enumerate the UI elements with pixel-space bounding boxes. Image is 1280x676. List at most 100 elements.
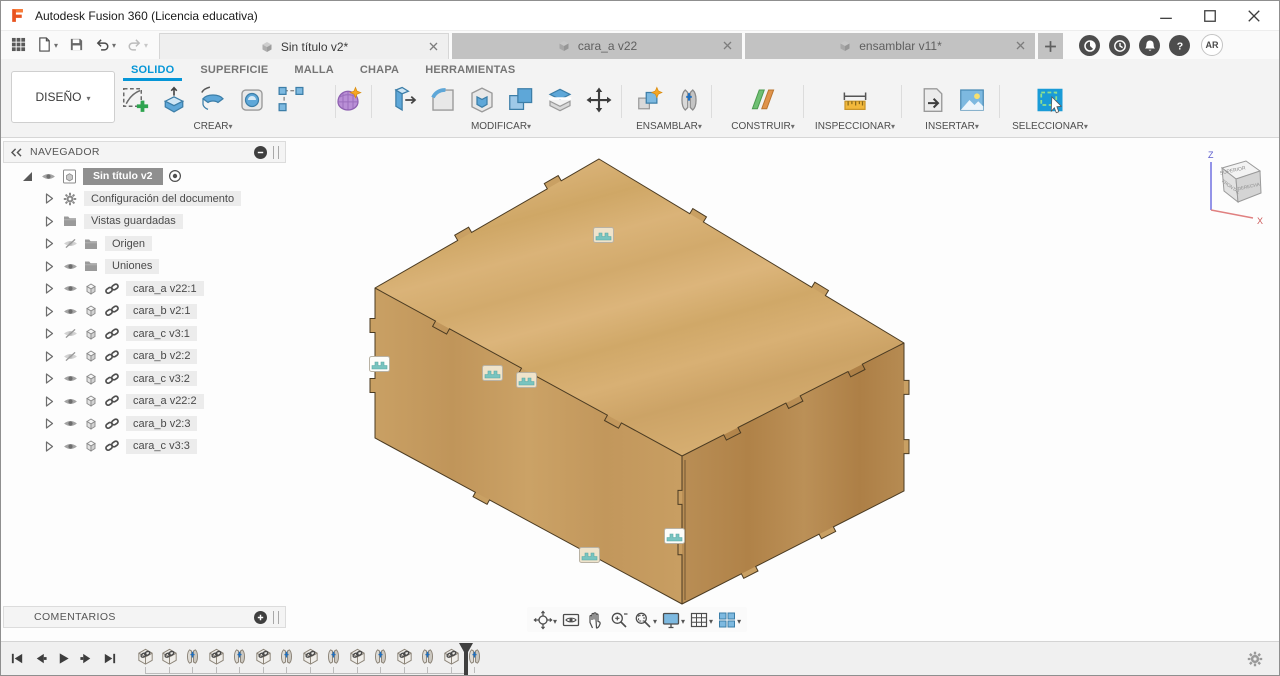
- pan-button[interactable]: [585, 610, 605, 630]
- split-body-button[interactable]: [541, 82, 578, 119]
- joint-origin-glyph[interactable]: [482, 365, 503, 381]
- joint-feature[interactable]: [182, 646, 203, 673]
- revolve-button[interactable]: [195, 82, 232, 119]
- expand-arrow-icon[interactable]: [40, 396, 58, 407]
- timeline-playhead[interactable]: [458, 643, 474, 675]
- rectangular-pattern-button[interactable]: [273, 82, 310, 119]
- visibility-eye-icon[interactable]: [61, 441, 79, 452]
- workspace-selector[interactable]: DISEÑO: [11, 71, 115, 123]
- navigator-item[interactable]: cara_c v3:3: [3, 435, 241, 458]
- measure-button[interactable]: [837, 82, 874, 119]
- navigator-item[interactable]: cara_b v2:3: [3, 413, 241, 436]
- expand-arrow-icon[interactable]: [40, 306, 58, 317]
- expand-arrow-icon[interactable]: [40, 261, 58, 272]
- redo-button[interactable]: [127, 35, 148, 53]
- joint-feature[interactable]: [417, 646, 438, 673]
- save-button[interactable]: [69, 37, 84, 52]
- layout-grid-button[interactable]: [689, 610, 713, 630]
- app-grid-button[interactable]: [11, 37, 26, 52]
- expand-arrow-icon[interactable]: [40, 238, 58, 249]
- close-tab-icon[interactable]: [1015, 40, 1026, 51]
- group-label[interactable]: CREAR: [113, 121, 313, 132]
- minimize-button[interactable]: [1159, 9, 1173, 23]
- dropdown-caret-icon[interactable]: [144, 35, 148, 53]
- expand-arrow-icon[interactable]: [40, 373, 58, 384]
- group-label[interactable]: INSPECCIONAR: [805, 121, 905, 132]
- visibility-eye-icon[interactable]: [61, 238, 79, 249]
- visibility-eye-icon[interactable]: [61, 418, 79, 429]
- extrude-button[interactable]: [156, 82, 193, 119]
- zoom-button[interactable]: [609, 610, 629, 630]
- component-feature[interactable]: [394, 646, 415, 673]
- component-feature[interactable]: [159, 646, 180, 673]
- dropdown-caret-icon[interactable]: [709, 611, 713, 629]
- dropdown-caret-icon[interactable]: [681, 611, 685, 629]
- step-back-button[interactable]: [33, 651, 48, 666]
- job-status-button[interactable]: [1079, 35, 1100, 56]
- timeline-settings-gear-icon[interactable]: [1246, 650, 1264, 668]
- navigator-item[interactable]: Configuración del documento: [3, 188, 242, 211]
- ribbon-tab-solido[interactable]: SOLIDO: [121, 62, 184, 81]
- insert-canvas-button[interactable]: [953, 82, 990, 119]
- press-pull-button[interactable]: [385, 82, 422, 119]
- view-cube[interactable]: Z X SUPERIOR FRONTAL DERECHA: [1191, 146, 1275, 230]
- expand-arrow-icon[interactable]: [40, 216, 58, 227]
- construction-plane-button[interactable]: [745, 82, 782, 119]
- display-settings-button[interactable]: [661, 610, 685, 630]
- joint-origin-glyph[interactable]: [664, 528, 685, 544]
- joint-feature[interactable]: [370, 646, 391, 673]
- file-new-button[interactable]: [37, 35, 58, 53]
- collapse-navigator-button[interactable]: [254, 145, 267, 159]
- joint-feature[interactable]: [229, 646, 250, 673]
- activate-component-radio[interactable]: [166, 169, 184, 183]
- viewport-canvas[interactable]: NAVEGADOR Sin título v2 Configuración del…: [1, 138, 1279, 641]
- viewports-button[interactable]: [717, 610, 741, 630]
- component-feature[interactable]: [135, 646, 156, 673]
- document-tab[interactable]: ensamblar v11*: [745, 33, 1035, 59]
- expand-arrow-icon[interactable]: [40, 418, 58, 429]
- joint-origin-glyph[interactable]: [369, 356, 390, 372]
- joint-origin-glyph[interactable]: [593, 227, 614, 243]
- help-button[interactable]: ?: [1169, 35, 1190, 56]
- visibility-eye-icon[interactable]: [39, 171, 57, 182]
- insert-derive-button[interactable]: [914, 82, 951, 119]
- navigator-item[interactable]: cara_c v3:1: [3, 323, 241, 346]
- move-copy-button[interactable]: [580, 82, 617, 119]
- go-to-end-button[interactable]: [102, 651, 117, 666]
- ribbon-tab-malla[interactable]: MALLA: [284, 62, 344, 78]
- notifications-button[interactable]: [1139, 35, 1160, 56]
- navigator-item[interactable]: Uniones: [3, 255, 241, 278]
- navigator-item[interactable]: Origen: [3, 233, 241, 256]
- combine-button[interactable]: [502, 82, 539, 119]
- fillet-button[interactable]: [424, 82, 461, 119]
- visibility-eye-icon[interactable]: [61, 328, 79, 339]
- new-component-button[interactable]: [631, 82, 668, 119]
- look-at-button[interactable]: [561, 610, 581, 630]
- navigator-item[interactable]: cara_b v2:2: [3, 345, 241, 368]
- close-button[interactable]: [1247, 9, 1261, 23]
- ribbon-tab-chapa[interactable]: CHAPA: [350, 62, 409, 78]
- component-feature[interactable]: [300, 646, 321, 673]
- create-sketch-button[interactable]: [117, 82, 154, 119]
- panel-grip-handle[interactable]: [273, 145, 279, 159]
- dropdown-caret-icon[interactable]: [653, 611, 657, 629]
- orbit-button[interactable]: [533, 609, 557, 630]
- visibility-eye-icon[interactable]: [61, 261, 79, 272]
- expand-arrow-icon[interactable]: [40, 441, 58, 452]
- visibility-eye-icon[interactable]: [61, 373, 79, 384]
- expand-arrow-icon[interactable]: [40, 283, 58, 294]
- account-avatar[interactable]: AR: [1201, 34, 1223, 56]
- collapse-panel-icon[interactable]: [10, 147, 23, 157]
- dropdown-caret-icon[interactable]: [54, 35, 58, 53]
- visibility-eye-icon[interactable]: [61, 396, 79, 407]
- group-label[interactable]: INSERTAR: [903, 121, 1001, 132]
- group-label[interactable]: ENSAMBLAR: [625, 121, 713, 132]
- group-label[interactable]: MODIFICAR: [379, 121, 623, 132]
- group-label[interactable]: CONSTRUIR: [717, 121, 809, 132]
- navigator-item[interactable]: cara_b v2:1: [3, 300, 241, 323]
- navigator-item[interactable]: cara_a v22:1: [3, 278, 241, 301]
- joint-feature[interactable]: [276, 646, 297, 673]
- select-window-button[interactable]: [1032, 82, 1069, 119]
- component-feature[interactable]: [253, 646, 274, 673]
- fit-button[interactable]: [633, 610, 657, 630]
